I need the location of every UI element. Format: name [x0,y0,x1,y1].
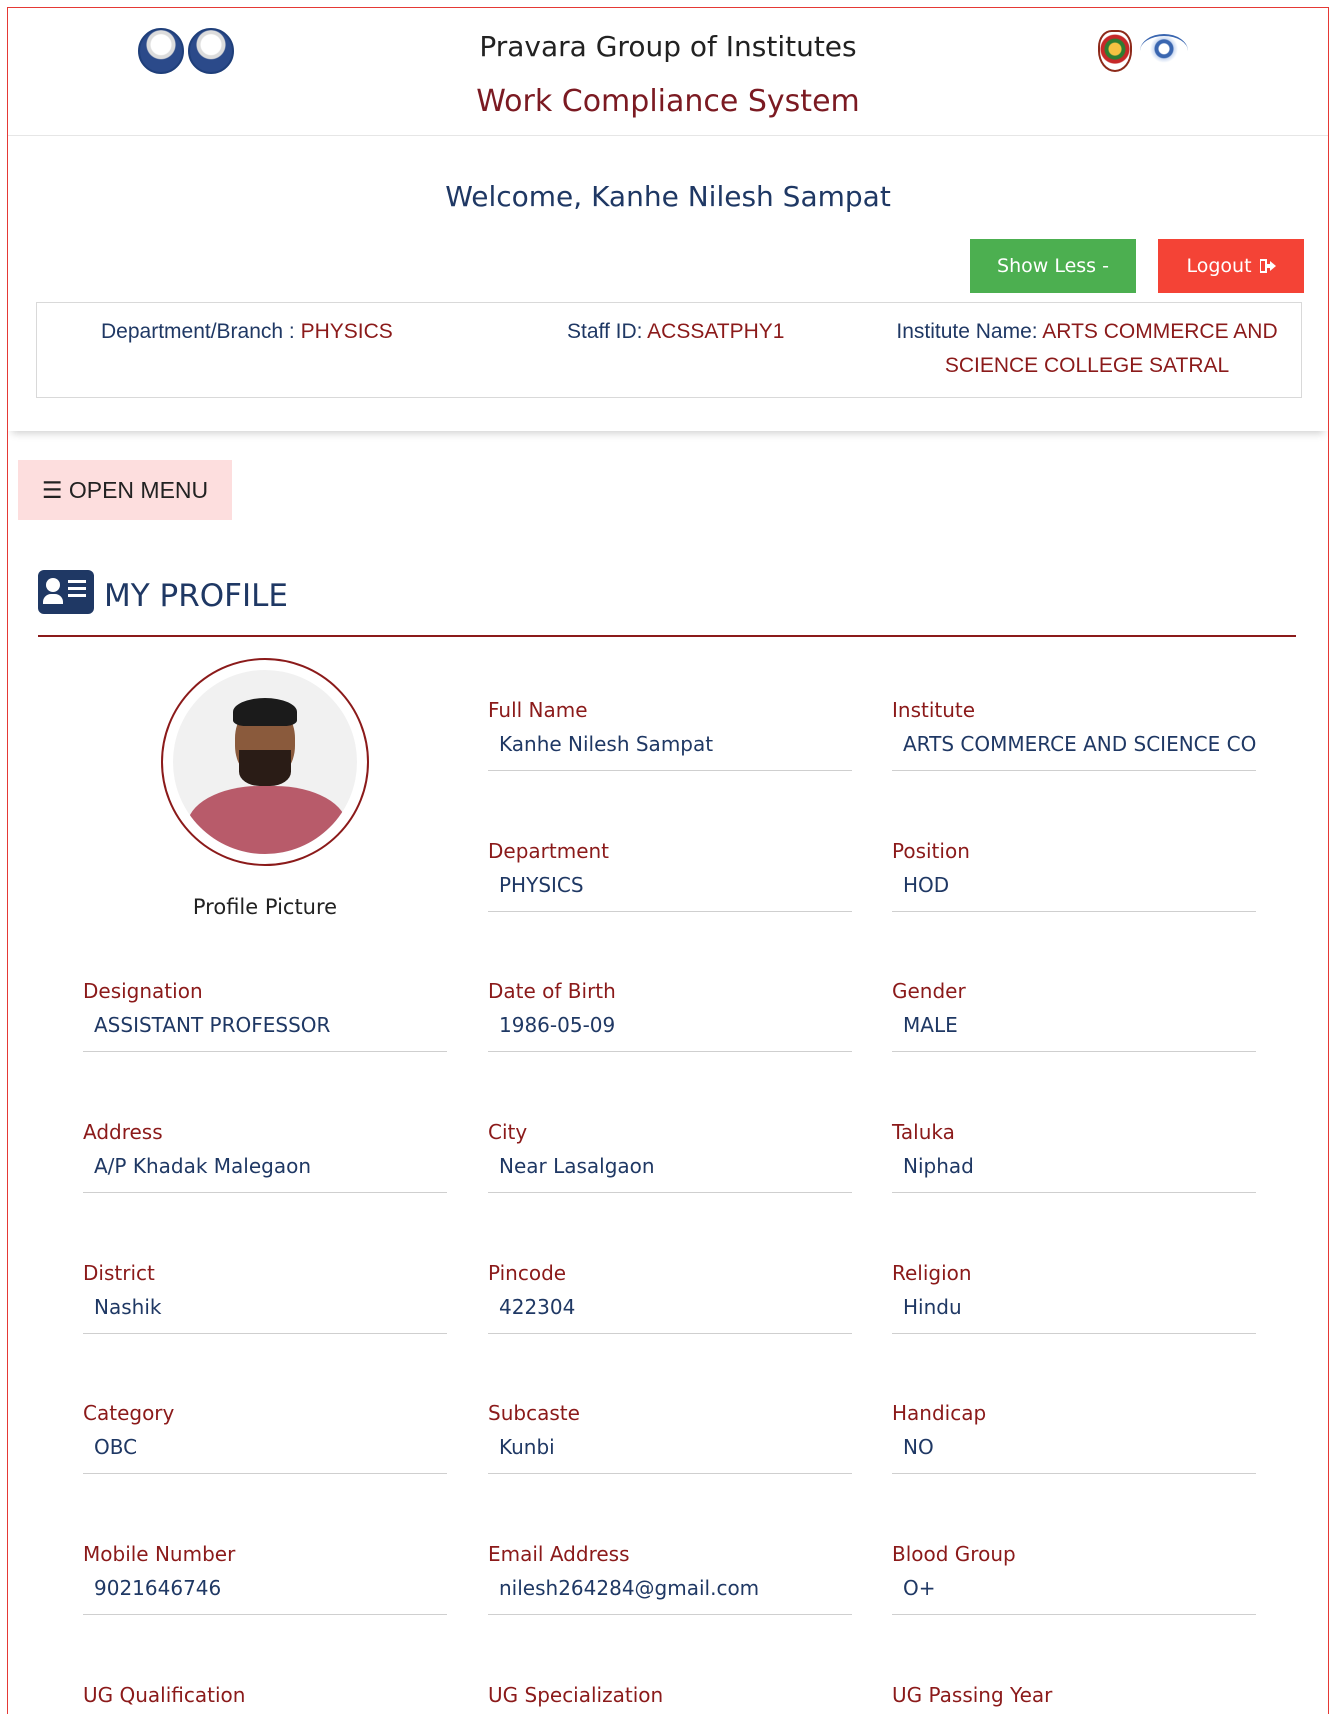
field-position: Position HOD [892,839,1256,912]
show-less-label: Show Less - [997,255,1109,277]
field-institute: Institute ARTS COMMERCE AND SCIENCE COLL… [892,698,1256,771]
welcome-panel: Welcome, Kanhe Nilesh Sampat Show Less -… [8,136,1328,431]
logout-label: Logout [1186,255,1252,277]
field-date-of-birth: Date of Birth 1986-05-09 [488,979,852,1052]
field-value: MALE [892,1013,1256,1052]
field-value: A/P Khadak Malegaon [83,1154,447,1193]
field-category: Category OBC [83,1401,447,1474]
trust-emblem-logo [1140,34,1188,68]
field-value: ASSISTANT PROFESSOR [83,1013,447,1052]
field-label: Designation [83,979,203,1003]
field-value: Nashik [83,1295,447,1334]
field-value: 1986-05-09 [488,1013,852,1052]
field-value: ARTS COMMERCE AND SCIENCE COLLEGE SATRAL [892,732,1256,771]
field-email-address: Email Address nilesh264284@gmail.com [488,1542,852,1615]
field-department: Department PHYSICS [488,839,852,912]
field-label: Institute [892,698,976,722]
field-label: UG Passing Year [892,1683,1053,1707]
field-value: Near Lasalgaon [488,1154,852,1193]
profile-picture-label: Profile Picture [192,895,338,919]
institute-info: Institute Name: ARTS COMMERCE AND SCIENC… [887,315,1287,383]
field-religion: Religion Hindu [892,1261,1256,1334]
field-value: 422304 [488,1295,852,1334]
field-value: nilesh264284@gmail.com [488,1576,852,1615]
field-mobile-number: Mobile Number 9021646746 [83,1542,447,1615]
field-taluka: Taluka Niphad [892,1120,1256,1193]
welcome-heading: Welcome, Kanhe Nilesh Sampat [445,180,891,213]
field-label: Category [83,1401,175,1425]
field-label: Gender [892,979,966,1003]
staff-id-info: Staff ID: ACSSATPHY1 [567,320,784,344]
field-label: Taluka [892,1120,955,1144]
open-menu-label: ☰ OPEN MENU [41,476,209,503]
field-value: 9021646746 [83,1576,447,1615]
field-value: NO [892,1435,1256,1474]
field-full-name: Full Name Kanhe Nilesh Sampat [488,698,852,771]
field-label: UG Qualification [83,1683,246,1707]
profile-photo [173,670,357,854]
profile-heading: MY PROFILE [38,570,288,614]
field-label: Handicap [892,1401,987,1425]
field-label: Blood Group [892,1542,1016,1566]
field-city: City Near Lasalgaon [488,1120,852,1193]
field-gender: Gender MALE [892,979,1256,1052]
field-label: Date of Birth [488,979,616,1003]
field-label: Address [83,1120,163,1144]
field-label: Religion [892,1261,972,1285]
field-subcaste: Subcaste Kunbi [488,1401,852,1474]
field-value: PHYSICS [488,873,852,912]
institute-label: Institute Name: [896,320,1043,343]
staff-id-label: Staff ID: [567,320,648,343]
field-label: District [83,1261,155,1285]
department-label: Department/Branch : [101,320,301,343]
field-value: Niphad [892,1154,1256,1193]
field-value: Hindu [892,1295,1256,1334]
field-label: Full Name [488,698,588,722]
staff-id-value: ACSSATPHY1 [647,320,785,343]
field-label: City [488,1120,528,1144]
field-label: Department [488,839,610,863]
field-blood-group: Blood Group O+ [892,1542,1256,1615]
field-label: Pincode [488,1261,567,1285]
site-header: Pravara Group of Institutes Work Complia… [8,8,1328,136]
field-ug-qualification: UG Qualification [83,1683,447,1714]
field-label: UG Specialization [488,1683,664,1707]
department-value: PHYSICS [300,320,393,343]
field-ug-passing-year: UG Passing Year [892,1683,1256,1714]
sign-out-icon [1259,259,1276,273]
staff-info-box: Department/Branch : PHYSICS Staff ID: AC… [36,302,1302,398]
id-card-icon [38,570,94,614]
logout-button[interactable]: Logout [1158,239,1304,293]
field-value: O+ [892,1576,1256,1615]
section-divider [38,635,1296,637]
institute-logos [1098,30,1188,72]
department-info: Department/Branch : PHYSICS [101,320,393,344]
field-label: Position [892,839,970,863]
system-title: Work Compliance System [476,84,860,119]
college-emblem-logo [1098,30,1132,72]
field-value: Kunbi [488,1435,852,1474]
field-address: Address A/P Khadak Malegaon [83,1120,447,1193]
page-frame: Pravara Group of Institutes Work Complia… [7,7,1329,1714]
field-ug-specialization: UG Specialization [488,1683,852,1714]
field-pincode: Pincode 422304 [488,1261,852,1334]
field-handicap: Handicap NO [892,1401,1256,1474]
profile-avatar [161,658,369,866]
field-value: HOD [892,873,1256,912]
field-district: District Nashik [83,1261,447,1334]
field-value: OBC [83,1435,447,1474]
field-designation: Designation ASSISTANT PROFESSOR [83,979,447,1052]
field-value: Kanhe Nilesh Sampat [488,732,852,771]
field-label: Email Address [488,1542,630,1566]
field-label: Mobile Number [83,1542,236,1566]
field-label: Subcaste [488,1401,580,1425]
show-less-button[interactable]: Show Less - [970,239,1136,293]
profile-title: MY PROFILE [104,578,289,614]
open-menu-button[interactable]: ☰ OPEN MENU [18,460,232,520]
